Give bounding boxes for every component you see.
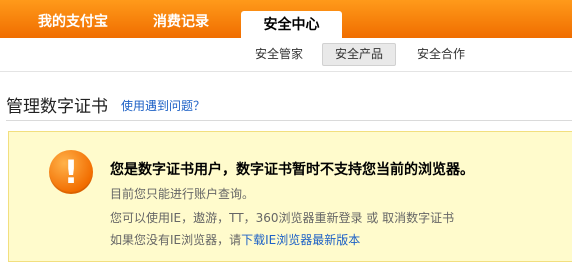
help-link[interactable]: 使用遇到问题？ xyxy=(121,97,205,114)
alert-line-browser-options: 您可以使用IE，遨游，TT，360浏览器重新登录 或 取消数字证书 xyxy=(110,211,455,225)
alert-line-download-ie: 如果您没有IE浏览器，请下载IE浏览器最新版本 xyxy=(110,231,360,248)
subnav-security-products[interactable]: 安全产品 xyxy=(322,43,397,66)
download-ie-link[interactable]: 下载IE浏览器最新版本 xyxy=(241,233,360,247)
title-divider xyxy=(6,120,572,121)
exclamation-icon: ! xyxy=(49,150,93,194)
alert-line-query-only: 目前您只能进行账户查询。 xyxy=(110,187,255,201)
tab-my-alipay[interactable]: 我的支付宝 xyxy=(38,6,108,38)
alert-headline: 您是数字证书用户，数字证书暂时不支持您当前的浏览器。 xyxy=(110,162,474,178)
browser-warning-alert: ! 您是数字证书用户，数字证书暂时不支持您当前的浏览器。 目前您只能进行账户查询… xyxy=(8,131,572,262)
tab-security-center[interactable]: 安全中心 xyxy=(241,11,342,40)
tab-consumption-records[interactable]: 消费记录 xyxy=(153,6,209,38)
download-prefix-text: 如果您没有IE浏览器，请 xyxy=(110,233,242,247)
top-navigation-bar: 我的支付宝 消费记录 安全中心 xyxy=(0,0,572,40)
page-title: 管理数字证书 xyxy=(6,97,108,117)
secondary-navigation: 安全管家 安全产品 安全合作 xyxy=(0,38,572,72)
subnav-security-manager[interactable]: 安全管家 xyxy=(243,44,315,65)
subnav-security-cooperation[interactable]: 安全合作 xyxy=(405,44,477,65)
